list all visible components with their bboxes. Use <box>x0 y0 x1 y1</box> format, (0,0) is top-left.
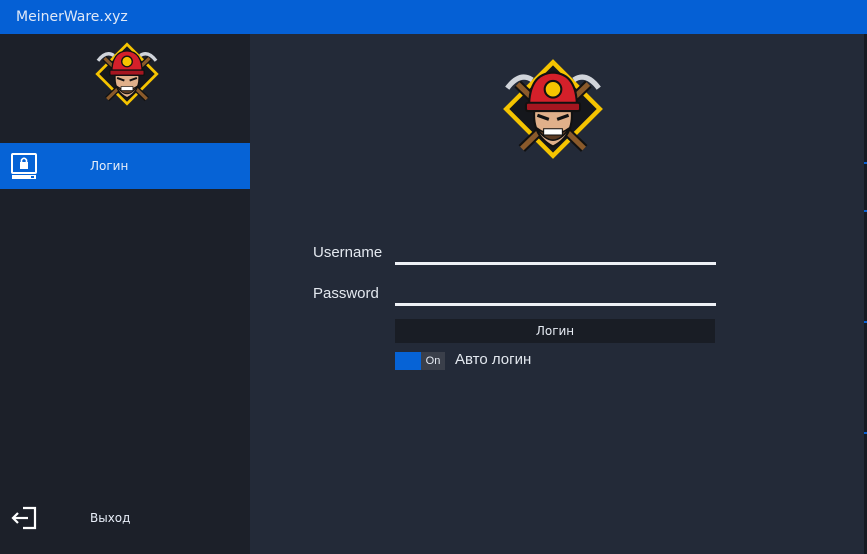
login-button[interactable]: Логин <box>395 319 715 343</box>
auto-login-toggle[interactable]: On <box>395 352 445 370</box>
sidebar-item-login[interactable]: Логин <box>0 143 250 189</box>
sidebar: Логин Выход <box>0 34 250 554</box>
username-input[interactable] <box>395 245 716 265</box>
app-title: MeinerWare.xyz <box>16 9 128 25</box>
password-label: Password <box>313 285 379 302</box>
monitor-lock-icon <box>11 153 37 179</box>
sidebar-item-label: Выход <box>90 511 131 525</box>
exit-icon <box>11 506 37 530</box>
login-panel: Username Password Логин On Авто логин <box>250 34 864 554</box>
miner-logo-icon <box>94 40 160 108</box>
toggle-fill <box>395 352 421 370</box>
sidebar-item-exit[interactable]: Выход <box>0 500 250 538</box>
miner-logo-icon <box>501 56 605 162</box>
password-input[interactable] <box>395 286 716 306</box>
toggle-state: On <box>425 355 441 367</box>
username-label: Username <box>313 244 383 261</box>
sidebar-item-label: Логин <box>90 159 129 173</box>
window-title-bar: MeinerWare.xyz <box>0 0 867 34</box>
auto-login-label: Авто логин <box>455 351 532 368</box>
